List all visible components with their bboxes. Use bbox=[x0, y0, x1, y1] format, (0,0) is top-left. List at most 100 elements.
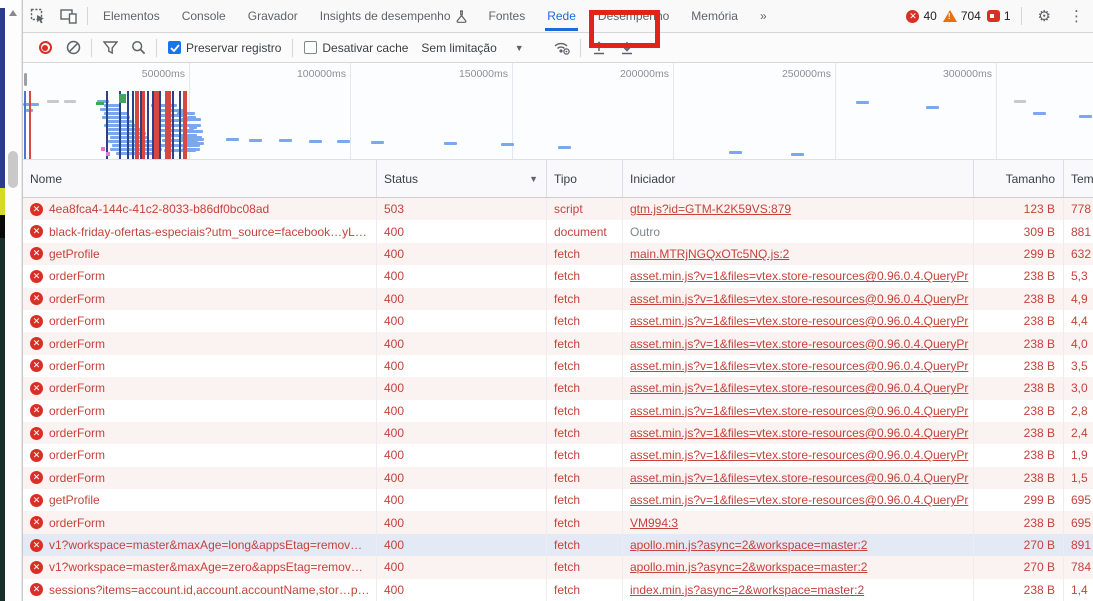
request-initiator[interactable]: asset.min.js?v=1&files=vtex.store-resour… bbox=[630, 426, 968, 440]
timeline-tick-label: 200000ms bbox=[620, 68, 673, 80]
export-har-icon[interactable] bbox=[615, 36, 639, 60]
tab-console[interactable]: Console bbox=[171, 0, 237, 33]
tab-mem-ria[interactable]: Memória bbox=[680, 0, 749, 33]
table-row[interactable]: ✕ v1?workspace=master&maxAge=zero&appsEt… bbox=[23, 556, 1093, 578]
error-count-badge[interactable]: ✕ 40 bbox=[906, 9, 936, 23]
more-options-icon[interactable]: ⋮ bbox=[1063, 7, 1090, 25]
table-row[interactable]: ✕ getProfile 400 fetch asset.min.js?v=1&… bbox=[23, 489, 1093, 511]
throttling-select[interactable]: Sem limitação ▼ bbox=[421, 41, 523, 55]
scrollbar-up-arrow[interactable] bbox=[9, 10, 17, 16]
page-scrollbar[interactable] bbox=[5, 0, 22, 601]
table-row[interactable]: ✕ orderForm 400 fetch asset.min.js?v=1&f… bbox=[23, 422, 1093, 444]
load-event-line bbox=[29, 91, 31, 160]
table-row[interactable]: ✕ orderForm 400 fetch asset.min.js?v=1&f… bbox=[23, 400, 1093, 422]
column-header-status[interactable]: Status ▼ bbox=[377, 160, 547, 197]
request-time: 3,5 bbox=[1071, 359, 1088, 373]
request-initiator[interactable]: VM994:3 bbox=[630, 516, 678, 530]
column-header-tempo[interactable]: Tempo bbox=[1064, 160, 1093, 197]
request-initiator[interactable]: asset.min.js?v=1&files=vtex.store-resour… bbox=[630, 471, 968, 485]
request-name: getProfile bbox=[49, 493, 100, 507]
table-row[interactable]: ✕ 4ea8fca4-144c-41c2-8033-b86df0bc08ad 5… bbox=[23, 198, 1093, 220]
device-toolbar-icon[interactable] bbox=[53, 3, 83, 29]
scrollbar-thumb[interactable] bbox=[8, 151, 18, 188]
request-initiator[interactable]: asset.min.js?v=1&files=vtex.store-resour… bbox=[630, 493, 968, 507]
settings-gear-icon[interactable]: ⚙ bbox=[1032, 7, 1057, 25]
request-initiator[interactable]: apollo.min.js?async=2&workspace=master:2 bbox=[630, 560, 867, 574]
divider bbox=[87, 7, 88, 25]
request-initiator[interactable]: asset.min.js?v=1&files=vtex.store-resour… bbox=[630, 292, 968, 306]
table-row[interactable]: ✕ orderForm 400 fetch asset.min.js?v=1&f… bbox=[23, 288, 1093, 310]
request-type: fetch bbox=[554, 516, 580, 530]
request-status: 400 bbox=[384, 493, 404, 507]
tab-label: Gravador bbox=[248, 9, 298, 23]
request-error-icon: ✕ bbox=[30, 561, 43, 574]
waterfall-mark-pink bbox=[101, 147, 105, 151]
tab-label: Insights de desempenho bbox=[320, 9, 451, 23]
event-line-navy bbox=[147, 91, 149, 160]
waterfall-dash-gray bbox=[1014, 100, 1026, 103]
request-time: 1,9 bbox=[1071, 448, 1088, 462]
table-row[interactable]: ✕ v1?workspace=master&maxAge=long&appsEt… bbox=[23, 534, 1093, 556]
waterfall-bar bbox=[190, 142, 198, 145]
table-row[interactable]: ✕ orderForm 400 fetch asset.min.js?v=1&f… bbox=[23, 332, 1093, 354]
request-initiator[interactable]: apollo.min.js?async=2&workspace=master:2 bbox=[630, 538, 867, 552]
table-row[interactable]: ✕ orderForm 400 fetch asset.min.js?v=1&f… bbox=[23, 355, 1093, 377]
request-initiator[interactable]: asset.min.js?v=1&files=vtex.store-resour… bbox=[630, 359, 968, 373]
warning-count-badge[interactable]: 704 bbox=[943, 9, 981, 23]
column-header-tamanho[interactable]: Tamanho bbox=[974, 160, 1064, 197]
record-network-log-button[interactable] bbox=[33, 36, 57, 60]
waterfall-dash bbox=[279, 139, 292, 142]
tab-fontes[interactable]: Fontes bbox=[478, 0, 537, 33]
table-row[interactable]: ✕ orderForm 400 fetch asset.min.js?v=1&f… bbox=[23, 265, 1093, 287]
network-overview-timeline[interactable]: 50000ms100000ms150000ms200000ms250000ms3… bbox=[23, 63, 1093, 160]
request-initiator[interactable]: asset.min.js?v=1&files=vtex.store-resour… bbox=[630, 314, 968, 328]
request-initiator[interactable]: asset.min.js?v=1&files=vtex.store-resour… bbox=[630, 448, 968, 462]
disable-cache-checkbox-row[interactable]: Desativar cache bbox=[304, 41, 408, 55]
request-initiator[interactable]: asset.min.js?v=1&files=vtex.store-resour… bbox=[630, 337, 968, 351]
network-conditions-icon[interactable] bbox=[550, 36, 574, 60]
import-har-icon[interactable] bbox=[587, 36, 611, 60]
issues-count-badge[interactable]: 1 bbox=[987, 9, 1011, 23]
request-time: 1,4 bbox=[1071, 583, 1088, 597]
table-row[interactable]: ✕ orderForm 400 fetch VM994:3 238 B 695 bbox=[23, 511, 1093, 533]
filter-icon[interactable] bbox=[98, 36, 122, 60]
table-row[interactable]: ✕ orderForm 400 fetch asset.min.js?v=1&f… bbox=[23, 377, 1093, 399]
tab-overflow-chevron[interactable]: » bbox=[749, 0, 778, 33]
event-line-navy bbox=[179, 91, 181, 160]
request-type: fetch bbox=[554, 493, 580, 507]
column-header-nome[interactable]: Nome bbox=[23, 160, 377, 197]
disable-cache-checkbox[interactable] bbox=[304, 41, 317, 54]
search-icon[interactable] bbox=[126, 36, 150, 60]
clear-network-log-button[interactable] bbox=[61, 36, 85, 60]
request-name: sessions?items=account.id,account.accoun… bbox=[49, 583, 370, 597]
table-row[interactable]: ✕ orderForm 400 fetch asset.min.js?v=1&f… bbox=[23, 310, 1093, 332]
timeline-handle[interactable] bbox=[24, 73, 27, 86]
column-header-tipo[interactable]: Tipo bbox=[547, 160, 623, 197]
tab-gravador[interactable]: Gravador bbox=[237, 0, 309, 33]
table-row[interactable]: ✕ sessions?items=account.id,account.acco… bbox=[23, 579, 1093, 601]
table-row[interactable]: ✕ black-friday-ofertas-especiais?utm_sou… bbox=[23, 220, 1093, 242]
tab-desempenho[interactable]: Desempenho bbox=[587, 0, 680, 33]
request-initiator[interactable]: main.MTRjNGQxOTc5NQ.js:2 bbox=[630, 247, 789, 261]
waterfall-dash bbox=[791, 153, 804, 156]
table-row[interactable]: ✕ getProfile 400 fetch main.MTRjNGQxOTc5… bbox=[23, 243, 1093, 265]
request-name: orderForm bbox=[49, 404, 105, 418]
request-initiator[interactable]: asset.min.js?v=1&files=vtex.store-resour… bbox=[630, 404, 968, 418]
tab-insights-de-desempenho[interactable]: Insights de desempenho bbox=[309, 0, 478, 33]
column-header-iniciador[interactable]: Iniciador bbox=[623, 160, 974, 197]
request-initiator[interactable]: asset.min.js?v=1&files=vtex.store-resour… bbox=[630, 381, 968, 395]
request-initiator[interactable]: asset.min.js?v=1&files=vtex.store-resour… bbox=[630, 269, 968, 283]
preserve-log-checkbox-row[interactable]: Preservar registro bbox=[168, 41, 281, 55]
table-row[interactable]: ✕ orderForm 400 fetch asset.min.js?v=1&f… bbox=[23, 467, 1093, 489]
tab-rede[interactable]: Rede bbox=[536, 0, 587, 33]
request-time: 891 bbox=[1071, 538, 1091, 552]
request-time: 632 bbox=[1071, 247, 1091, 261]
preserve-log-checkbox[interactable] bbox=[168, 41, 181, 54]
inspect-element-icon[interactable] bbox=[23, 3, 53, 29]
waterfall-dash bbox=[249, 139, 262, 142]
request-initiator[interactable]: gtm.js?id=GTM-K2K59VS:879 bbox=[630, 202, 791, 216]
table-row[interactable]: ✕ orderForm 400 fetch asset.min.js?v=1&f… bbox=[23, 444, 1093, 466]
tab-elementos[interactable]: Elementos bbox=[92, 0, 171, 33]
request-initiator[interactable]: index.min.js?async=2&workspace=master:2 bbox=[630, 583, 864, 597]
issues-count: 1 bbox=[1004, 9, 1011, 23]
